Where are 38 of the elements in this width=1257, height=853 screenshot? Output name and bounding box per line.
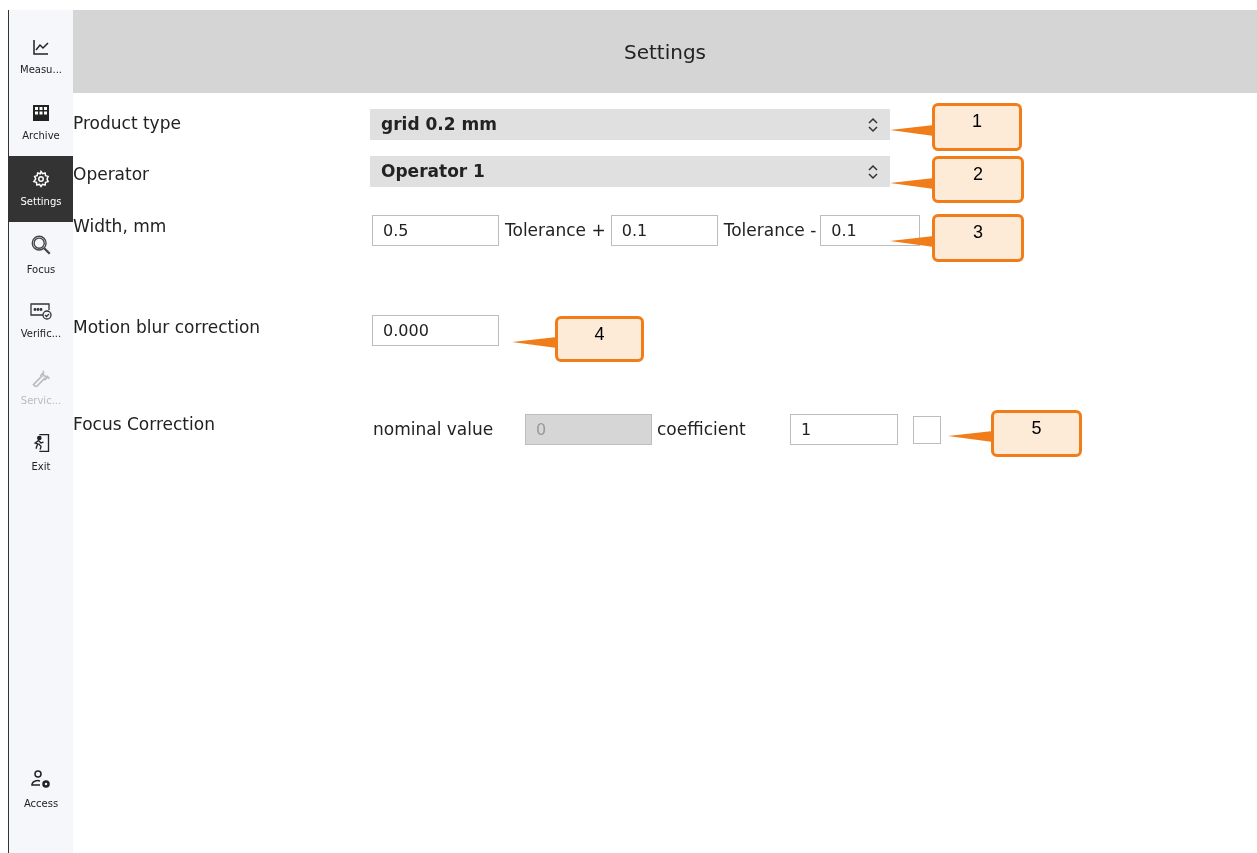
field-label: Width, mm — [73, 215, 168, 238]
field-label: Operator — [73, 163, 151, 186]
up-down-chevron-icon — [867, 162, 879, 181]
field-label: Tolerance + — [505, 218, 606, 242]
callout-box: 3 — [932, 214, 1024, 262]
dropdown[interactable]: Operator 1 — [370, 156, 890, 187]
search-icon — [30, 233, 52, 256]
callout-box: 1 — [932, 103, 1022, 151]
nav-item[interactable]: Exit — [9, 420, 73, 486]
nav-item[interactable]: Archive — [9, 90, 73, 156]
input-field[interactable]: 1 — [790, 414, 898, 445]
nav-item[interactable]: Access — [9, 757, 73, 823]
user-settings-icon — [30, 769, 52, 790]
verification-icon — [30, 301, 52, 320]
field-label: Tolerance - — [723, 218, 817, 242]
chart-icon — [32, 37, 50, 56]
input-field[interactable]: 0.5 — [372, 215, 499, 246]
nav-item[interactable]: Measu... — [9, 24, 73, 90]
input-field[interactable]: 0.1 — [610, 215, 718, 246]
callout-box: 2 — [932, 156, 1024, 203]
callout-box: 4 — [555, 316, 644, 362]
checkbox[interactable] — [913, 415, 941, 444]
gear-icon — [32, 169, 50, 188]
dropdown[interactable]: grid 0.2 mm — [370, 109, 890, 140]
field-label: coefficient — [657, 417, 747, 441]
field-label: Product type — [73, 112, 182, 135]
input-field[interactable]: 0.000 — [372, 315, 499, 346]
field-label: nominal value — [373, 417, 495, 441]
page-title: Settings — [624, 38, 706, 66]
nav-item[interactable]: Settings — [9, 156, 73, 222]
nav-item[interactable]: Focus — [9, 222, 73, 288]
callout-box: 5 — [991, 410, 1082, 457]
nav-item[interactable]: Verific... — [9, 288, 73, 354]
field-label: Focus Correction — [73, 413, 216, 436]
field-label: Motion blur correction — [73, 316, 262, 339]
up-down-chevron-icon — [867, 115, 879, 134]
grid-icon — [32, 103, 50, 122]
input-field[interactable]: 0.1 — [820, 215, 921, 246]
